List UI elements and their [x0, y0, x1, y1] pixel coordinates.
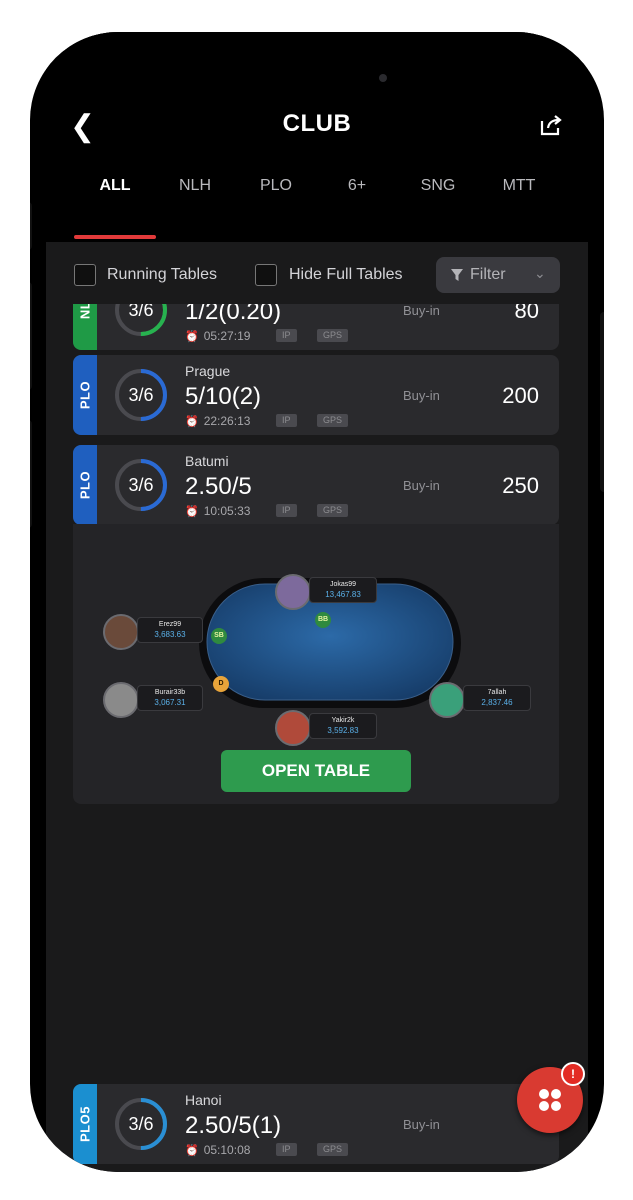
notification-badge: !	[561, 1062, 585, 1086]
player-stack: 3,067.31	[154, 698, 186, 707]
ip-tag: IP	[276, 329, 297, 342]
gps-tag: GPS	[317, 504, 349, 517]
game-type-label: PLO	[77, 380, 93, 410]
ip-tag: IP	[276, 1143, 297, 1156]
tab-nlh[interactable]: NLH	[154, 177, 236, 195]
alarm-clock-icon: ⏰	[185, 506, 199, 518]
active-tab-indicator	[74, 235, 156, 239]
buyin-value: 200	[502, 383, 539, 408]
filter-dropdown[interactable]: Filter ⌄	[436, 257, 560, 293]
player-avatar[interactable]	[275, 710, 311, 746]
buyin-label: Buy-in	[403, 1117, 440, 1132]
player-name: Jokas99	[329, 581, 357, 588]
filter-bar: Running Tables Hide Full Tables Filter ⌄	[46, 242, 588, 304]
timer-value: 22:26:13	[203, 414, 251, 428]
tab-6plus[interactable]: 6+	[316, 177, 398, 195]
share-icon[interactable]	[538, 112, 564, 138]
table-stakes: 2.50/5	[185, 473, 252, 500]
game-type-stripe: PLO	[73, 355, 97, 435]
player-name: Burair33b	[154, 689, 186, 696]
alarm-clock-icon: ⏰	[185, 416, 199, 428]
table-timer: ⏰ 05:10:08	[185, 1143, 250, 1157]
gps-tag: GPS	[317, 329, 349, 342]
table-timer: ⏰ 22:26:13	[185, 414, 250, 428]
player-seat: Erez99 3,683.63	[137, 617, 203, 643]
player-seat: 7allah 2,837.46	[463, 685, 531, 711]
player-name: Erez99	[158, 621, 182, 628]
player-stack: 3,592.83	[327, 726, 359, 735]
gps-tag: GPS	[317, 1143, 349, 1156]
table-timer: ⏰ 05:27:19	[185, 329, 250, 343]
running-tables-label[interactable]: Running Tables	[107, 266, 217, 284]
funnel-icon	[451, 269, 463, 281]
side-button	[30, 420, 32, 528]
running-tables-checkbox[interactable]	[74, 264, 96, 286]
ip-tag: IP	[276, 504, 297, 517]
buyin-label: Buy-in	[403, 303, 440, 318]
page-title: CLUB	[282, 110, 352, 137]
hide-full-tables-label[interactable]: Hide Full Tables	[289, 266, 403, 284]
table-card[interactable]: PLO5 3/6 Hanoi 2.50/5(1) ⏰ 05:10:08 IP GP…	[73, 1084, 559, 1164]
buyin-value: 250	[502, 473, 539, 498]
player-avatar[interactable]	[275, 574, 311, 610]
phone-frame: ❮ CLUB ALL NLH PLO 6+ SNG MTT NL 3/6 1/2…	[30, 32, 604, 1172]
tab-all[interactable]: ALL	[74, 177, 156, 195]
app-header: ❮ CLUB ALL NLH PLO 6+ SNG MTT	[46, 32, 588, 242]
table-card[interactable]: PLO 3/6 Batumi 2.50/5 ⏰ 10:05:33 IP GPS B…	[73, 445, 559, 525]
buyin-label: Buy-in	[403, 478, 440, 493]
side-button	[30, 282, 32, 390]
player-seat: Burair33b 3,067.31	[137, 685, 203, 711]
game-type-label: PLO	[77, 470, 93, 500]
seats-count: 3/6	[128, 1114, 154, 1134]
alarm-clock-icon: ⏰	[185, 331, 199, 343]
player-name: 7allah	[487, 689, 507, 696]
seats-count: 3/6	[128, 385, 154, 405]
player-stack: 2,837.46	[481, 698, 513, 707]
filter-label: Filter	[470, 266, 506, 283]
player-avatar[interactable]	[103, 614, 139, 650]
player-avatar[interactable]	[103, 682, 139, 718]
table-card[interactable]: PLO 3/6 Prague 5/10(2) ⏰ 22:26:13 IP GPS …	[73, 355, 559, 435]
small-blind-chip: SB	[211, 628, 227, 644]
big-blind-chip: BB	[315, 612, 331, 628]
gps-tag: GPS	[317, 414, 349, 427]
timer-value: 05:10:08	[203, 1143, 251, 1157]
app-screen: ❮ CLUB ALL NLH PLO 6+ SNG MTT NL 3/6 1/2…	[46, 32, 588, 1172]
table-stakes: 2.50/5(1)	[185, 1112, 282, 1139]
chevron-down-icon: ⌄	[534, 265, 546, 281]
game-tabs: ALL NLH PLO 6+ SNG MTT	[70, 172, 570, 212]
table-stakes: 5/10(2)	[185, 383, 262, 410]
player-seat: Jokas99 13,467.83	[309, 577, 377, 603]
seats-count: 3/6	[128, 475, 154, 495]
hide-full-tables-checkbox[interactable]	[255, 264, 277, 286]
table-city: Batumi	[185, 453, 229, 469]
game-type-stripe: PLO5	[73, 1084, 97, 1164]
tab-plo[interactable]: PLO	[235, 177, 317, 195]
table-timer: ⏰ 10:05:33	[185, 504, 250, 518]
tab-sng[interactable]: SNG	[397, 177, 479, 195]
timer-value: 05:27:19	[203, 329, 251, 343]
side-button	[30, 202, 32, 250]
dealer-button-chip: D	[213, 676, 229, 692]
timer-value: 10:05:33	[203, 504, 251, 518]
side-button	[600, 312, 604, 492]
camera-dot	[379, 74, 387, 82]
table-city: Prague	[185, 363, 231, 379]
player-avatar[interactable]	[429, 682, 465, 718]
player-name: Yakir2k	[331, 717, 355, 724]
game-type-label: PLO5	[77, 1106, 93, 1142]
buyin-label: Buy-in	[403, 388, 440, 403]
table-city: Hanoi	[185, 1092, 222, 1108]
player-stack: 3,683.63	[154, 630, 186, 639]
player-seat: Yakir2k 3,592.83	[309, 713, 377, 739]
game-type-stripe: PLO	[73, 445, 97, 525]
table-preview: Jokas99 13,467.83 Erez99 3,683.63 Burair…	[73, 524, 559, 804]
open-table-button[interactable]: OPEN TABLE	[221, 750, 411, 792]
player-stack: 13,467.83	[325, 590, 361, 599]
alarm-clock-icon: ⏰	[185, 1145, 199, 1157]
tab-mtt[interactable]: MTT	[478, 177, 560, 195]
ip-tag: IP	[276, 414, 297, 427]
